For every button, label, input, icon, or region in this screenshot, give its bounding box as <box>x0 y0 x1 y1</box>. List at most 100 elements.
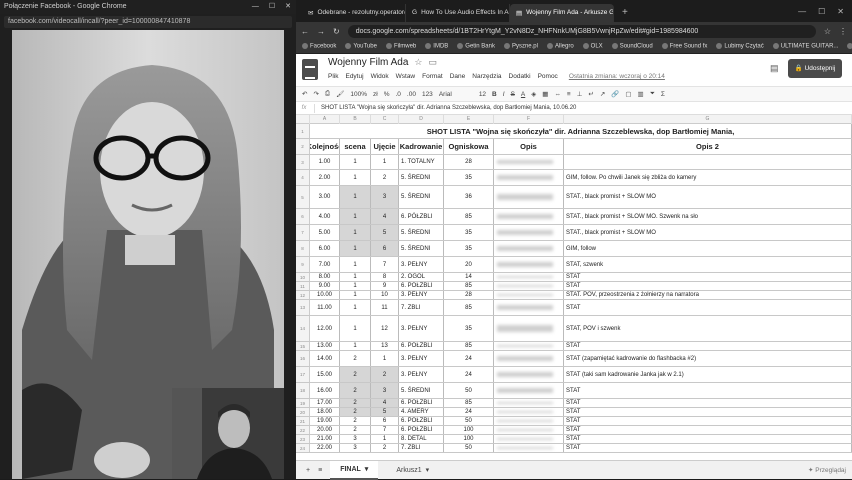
cell-ogniskowa[interactable]: 50 <box>444 383 494 398</box>
menu-item[interactable]: Pomoc <box>538 73 558 80</box>
row-number[interactable]: 24 <box>296 444 310 452</box>
cell-ujecie[interactable]: 4 <box>371 399 399 407</box>
cell-scena[interactable]: 2 <box>340 351 371 366</box>
cell-opis-2[interactable]: STAT <box>564 408 852 416</box>
cell-opis-blurred[interactable] <box>494 282 564 290</box>
menu-item[interactable]: Wstaw <box>396 73 416 80</box>
function-icon[interactable]: Σ <box>661 91 665 98</box>
cell-kadrowanie[interactable]: 6. PÓŁZBLI <box>399 426 444 434</box>
undo-icon[interactable]: ↶ <box>302 90 307 98</box>
zoom-select[interactable]: 100% <box>350 91 367 98</box>
cell-ogniskowa[interactable]: 85 <box>444 399 494 407</box>
doc-title[interactable]: Wojenny Film Ada <box>328 57 408 68</box>
cell-opis-2[interactable]: STAT <box>564 342 852 350</box>
row-number[interactable]: 12 <box>296 291 310 299</box>
paint-format-icon[interactable]: 🖌 <box>336 90 344 98</box>
header-ogniskowa[interactable]: Ogniskowa <box>444 139 494 154</box>
bookmark-item[interactable]: YouTube <box>345 43 377 50</box>
cell-opis-blurred[interactable] <box>494 351 564 366</box>
cell-scena[interactable]: 1 <box>340 282 371 290</box>
cell-opis-blurred[interactable] <box>494 225 564 240</box>
select-all-corner[interactable] <box>296 115 310 124</box>
percent-button[interactable]: % <box>384 91 390 98</box>
cell-ogniskowa[interactable]: 36 <box>444 186 494 208</box>
star-icon[interactable]: ☆ <box>414 57 422 68</box>
row-number[interactable]: 13 <box>296 300 310 315</box>
cell-opis-2[interactable]: STAT <box>564 282 852 290</box>
cell-opis-blurred[interactable] <box>494 291 564 299</box>
cell-opis-blurred[interactable] <box>494 342 564 350</box>
borders-icon[interactable]: ▦ <box>542 90 548 98</box>
cell-ujecie[interactable]: 1 <box>371 351 399 366</box>
share-button[interactable]: 🔒 Udostępnij <box>788 59 842 78</box>
cell-opis-blurred[interactable] <box>494 435 564 443</box>
bookmark-item[interactable]: Facebook <box>302 43 336 50</box>
cell-opis-blurred[interactable] <box>494 186 564 208</box>
cell-kadrowanie[interactable]: 6. PÓŁZBLI <box>399 342 444 350</box>
row-number[interactable]: 6 <box>296 209 310 224</box>
row-number[interactable]: 9 <box>296 257 310 272</box>
cell-ujecie[interactable]: 5 <box>371 225 399 240</box>
cell-scena[interactable]: 1 <box>340 186 371 208</box>
cell-scena[interactable]: 2 <box>340 399 371 407</box>
cell-ujecie[interactable]: 3 <box>371 186 399 208</box>
menu-item[interactable]: Widok <box>371 73 389 80</box>
sheet-tab-arkusz1[interactable]: Arkusz1 ▾ <box>386 461 439 480</box>
cell-kadrowanie[interactable]: 5. ŚREDNI <box>399 170 444 185</box>
cell-kolejnosc[interactable]: 15.00 <box>310 367 340 382</box>
bookmark-item[interactable]: Filmweb <box>385 43 416 50</box>
header-opis-2[interactable]: Opis 2 <box>564 139 852 154</box>
last-edit-link[interactable]: Ostatnia zmiana: wczoraj o 20:14 <box>569 73 665 80</box>
cell-opis-blurred[interactable] <box>494 408 564 416</box>
column-header[interactable]: C <box>371 115 399 124</box>
cell-scena[interactable]: 1 <box>340 209 371 224</box>
column-header[interactable]: D <box>399 115 444 124</box>
cell-opis-blurred[interactable] <box>494 170 564 185</box>
cell-opis-2[interactable]: STAT., black promist + SLOW MO. Szwenk n… <box>564 209 852 224</box>
cell-opis-2[interactable]: STAT., black promist + SLOW MO <box>564 225 852 240</box>
row-number[interactable]: 21 <box>296 417 310 425</box>
link-icon[interactable]: 🔗 <box>611 90 619 98</box>
row-number[interactable]: 20 <box>296 408 310 416</box>
row-number[interactable]: 15 <box>296 342 310 350</box>
column-header[interactable]: E <box>444 115 494 124</box>
cell-opis-2[interactable]: STAT (taki sam kadrowanie Janka jak w 2.… <box>564 367 852 382</box>
header-kadrowanie[interactable]: Kadrowanie <box>399 139 444 154</box>
cell-ujecie[interactable]: 6 <box>371 417 399 425</box>
cell-kadrowanie[interactable]: 5. ŚREDNI <box>399 225 444 240</box>
menu-item[interactable]: Dane <box>450 73 466 80</box>
cell-scena[interactable]: 1 <box>340 225 371 240</box>
cell-kolejnosc[interactable]: 8.00 <box>310 273 340 281</box>
column-header[interactable]: F <box>494 115 564 124</box>
cell-ujecie[interactable]: 13 <box>371 342 399 350</box>
menu-item[interactable]: Dodatki <box>509 73 531 80</box>
cell-kadrowanie[interactable]: 3. PEŁNY <box>399 257 444 272</box>
fill-color-icon[interactable]: ◈ <box>531 90 536 98</box>
cell-kolejnosc[interactable]: 9.00 <box>310 282 340 290</box>
cell-kolejnosc[interactable]: 14.00 <box>310 351 340 366</box>
cell-opis-blurred[interactable] <box>494 417 564 425</box>
cell-ujecie[interactable]: 7 <box>371 257 399 272</box>
close-icon[interactable]: ✕ <box>837 7 844 16</box>
bookmark-item[interactable]: SoundCloud <box>611 43 653 50</box>
cell-opis-blurred[interactable] <box>494 444 564 452</box>
cell-scena[interactable]: 2 <box>340 383 371 398</box>
row-number[interactable]: 23 <box>296 435 310 443</box>
column-header[interactable]: A <box>310 115 340 124</box>
back-icon[interactable]: ← <box>301 27 309 36</box>
cell-kadrowanie[interactable]: 6. PÓŁZBLI <box>399 399 444 407</box>
cell-kolejnosc[interactable]: 17.00 <box>310 399 340 407</box>
comment-icon[interactable]: ▢ <box>625 90 631 98</box>
cell-scena[interactable]: 2 <box>340 426 371 434</box>
bookmark-item[interactable]: IMDB <box>425 43 448 50</box>
cell-ujecie[interactable]: 5 <box>371 408 399 416</box>
cell-opis-2[interactable]: STAT <box>564 300 852 315</box>
minimize-icon[interactable]: — <box>252 0 259 14</box>
cell-opis-blurred[interactable] <box>494 316 564 341</box>
bookmark-item[interactable]: Allegro <box>546 43 574 50</box>
dropdown-icon[interactable]: ▾ <box>365 465 369 473</box>
cell-opis-2[interactable]: STAT <box>564 417 852 425</box>
text-color-button[interactable]: A <box>521 91 525 98</box>
header-kolejnosc[interactable]: Kolejność <box>310 139 340 154</box>
font-size-select[interactable]: 12 <box>479 91 486 98</box>
